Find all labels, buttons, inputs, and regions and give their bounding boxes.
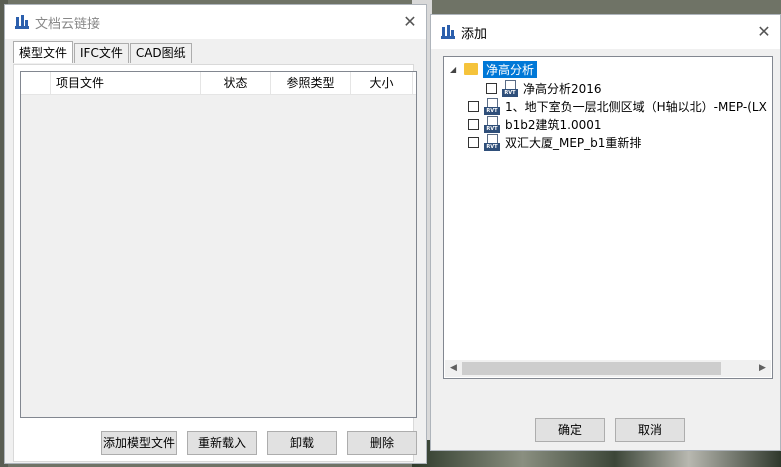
folder-icon (464, 63, 478, 75)
tree-item-label[interactable]: 1、地下室负一层北侧区域（H轴以北）-MEP-(LX (505, 98, 767, 115)
tab-ifc-files[interactable]: IFC文件 (74, 43, 129, 63)
close-icon[interactable]: ✕ (400, 12, 420, 32)
item-checkbox[interactable] (468, 118, 479, 130)
item-checkbox[interactable] (468, 100, 479, 112)
app-icon (441, 25, 455, 39)
window-title: 文档云链接 (35, 16, 101, 32)
rvt-file-icon: RVT (484, 97, 500, 115)
tree-item[interactable]: RVT 1、地下室负一层北侧区域（H轴以北）-MEP-(LX (468, 97, 767, 115)
file-tree[interactable]: ◢ 净高分析 RVT 净高分析2016 RVT 1、地下室负一层北侧区域（H轴以… (443, 56, 773, 379)
column-header-project-file[interactable]: 项目文件 (51, 72, 201, 94)
cancel-button[interactable]: 取消 (615, 418, 685, 442)
rvt-file-icon: RVT (502, 79, 518, 97)
file-list-grid[interactable]: 项目文件 状态 参照类型 大小 (20, 71, 417, 418)
item-checkbox[interactable] (468, 136, 479, 148)
title-bar[interactable]: 添加 ✕ (431, 15, 780, 49)
grid-header: 项目文件 状态 参照类型 大小 (21, 72, 416, 95)
tree-item-label[interactable]: 净高分析2016 (523, 80, 602, 97)
tab-cad-drawings[interactable]: CAD图纸 (129, 43, 192, 63)
collapse-arrow-icon[interactable]: ◢ (450, 65, 460, 74)
tab-model-files[interactable]: 模型文件 (13, 41, 74, 63)
tree-item-label[interactable]: 双汇大厦_MEP_b1重新排 (505, 134, 641, 151)
tree-item-label[interactable]: b1b2建筑1.0001 (505, 116, 602, 133)
delete-button[interactable]: 删除 (347, 431, 417, 455)
window-title: 添加 (461, 26, 488, 42)
tree-item[interactable]: RVT b1b2建筑1.0001 (468, 115, 602, 133)
scrollbar-thumb[interactable] (462, 362, 721, 375)
close-icon[interactable]: ✕ (754, 22, 774, 42)
tab-strip: 模型文件 IFC文件 CAD图纸 (13, 41, 193, 64)
model-files-panel: 项目文件 状态 参照类型 大小 (13, 64, 417, 462)
column-header-status[interactable]: 状态 (201, 72, 271, 94)
tree-item[interactable]: RVT 净高分析2016 (486, 79, 602, 97)
app-icon (15, 15, 29, 29)
scroll-left-icon[interactable]: ◀ (445, 360, 462, 377)
column-header-size[interactable]: 大小 (351, 72, 413, 94)
ok-button[interactable]: 确定 (535, 418, 605, 442)
tree-root-label[interactable]: 净高分析 (483, 60, 538, 78)
doc-cloud-link-dialog: 文档云链接 ✕ 模型文件 IFC文件 CAD图纸 项目文件 状态 参照类型 大小… (4, 4, 427, 464)
column-header-reference-type[interactable]: 参照类型 (271, 72, 351, 94)
item-checkbox[interactable] (486, 82, 497, 94)
scroll-right-icon[interactable]: ▶ (754, 360, 771, 377)
add-dialog: 添加 ✕ ◢ 净高分析 RVT 净高分析2016 RVT 1、地下室负一层北侧区… (430, 14, 781, 451)
add-model-file-button[interactable]: 添加模型文件 (101, 431, 177, 455)
rvt-file-icon: RVT (484, 133, 500, 151)
reload-button[interactable]: 重新载入 (187, 431, 257, 455)
title-bar[interactable]: 文档云链接 ✕ (5, 5, 426, 39)
unload-button[interactable]: 卸载 (267, 431, 337, 455)
horizontal-scrollbar[interactable]: ◀ ▶ (445, 360, 771, 377)
tree-item[interactable]: RVT 双汇大厦_MEP_b1重新排 (468, 133, 641, 151)
rvt-file-icon: RVT (484, 115, 500, 133)
column-header-select[interactable] (21, 72, 51, 94)
tree-root-node[interactable]: ◢ 净高分析 (450, 60, 538, 78)
